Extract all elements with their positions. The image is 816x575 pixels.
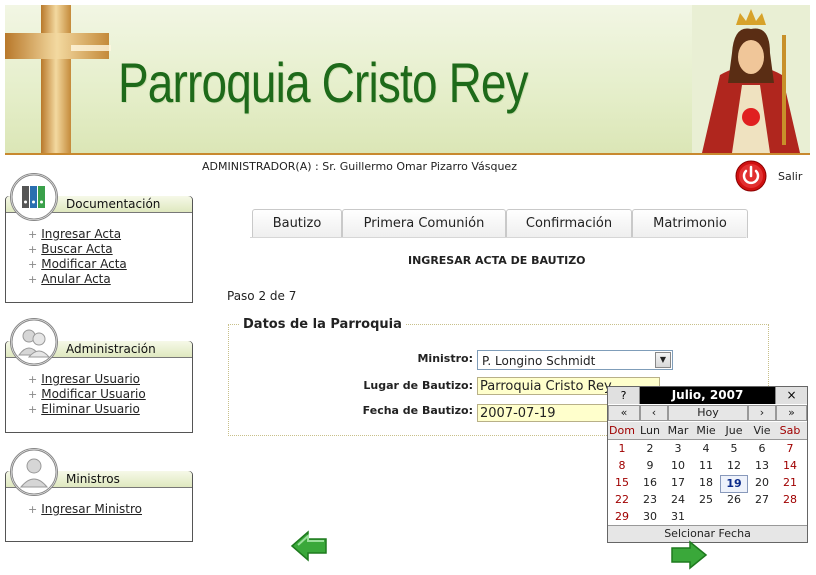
calendar-day[interactable]: 3 bbox=[664, 441, 692, 457]
calendar-day[interactable]: 26 bbox=[720, 492, 748, 508]
calendar-day[interactable]: 23 bbox=[636, 492, 664, 508]
calendar-day[interactable]: 22 bbox=[608, 492, 636, 508]
sidebar-link[interactable]: Modificar Acta bbox=[41, 257, 127, 271]
calendar-prev-year-button[interactable]: « bbox=[608, 405, 640, 421]
weekday-label: Mie bbox=[696, 424, 716, 437]
tab-confirmacion[interactable]: Confirmación bbox=[506, 209, 632, 238]
plus-icon: + bbox=[28, 243, 38, 256]
weekday-label: Sab bbox=[779, 424, 801, 437]
sidebar-item-ingresar-acta[interactable]: + Ingresar Acta bbox=[28, 227, 192, 242]
calendar-day[interactable]: 17 bbox=[664, 475, 692, 491]
calendar-day[interactable]: 14 bbox=[776, 458, 804, 474]
sidebar-item-buscar-acta[interactable]: + Buscar Acta bbox=[28, 242, 192, 257]
calendar-day[interactable]: 31 bbox=[664, 509, 692, 525]
plus-icon: + bbox=[28, 403, 38, 416]
sidebar-link[interactable]: Ingresar Ministro bbox=[41, 502, 142, 516]
plus-icon: + bbox=[28, 228, 38, 241]
user-icon bbox=[10, 448, 58, 496]
calendar-weekday-header: Dom Lun Mar Mie Jue Vie Sab bbox=[608, 422, 807, 440]
calendar-day[interactable]: 5 bbox=[720, 441, 748, 457]
calendar-day[interactable]: 19 bbox=[720, 475, 748, 493]
calendar-day[interactable]: 7 bbox=[776, 441, 804, 457]
calendar-day[interactable]: 1 bbox=[608, 441, 636, 457]
calendar-close-button[interactable]: × bbox=[775, 387, 807, 404]
plus-icon: + bbox=[28, 388, 38, 401]
cross-image bbox=[5, 5, 111, 153]
admin-user-label: ADMINISTRADOR(A) : Sr. Guillermo Omar Pi… bbox=[202, 160, 517, 173]
sidebar-item-ingresar-usuario[interactable]: + Ingresar Usuario bbox=[28, 372, 192, 387]
weekday-label: Vie bbox=[753, 424, 771, 437]
sidebar-link[interactable]: Eliminar Usuario bbox=[41, 402, 140, 416]
calendar-day[interactable]: 13 bbox=[748, 458, 776, 474]
weekday-label: Mar bbox=[667, 424, 689, 437]
arrow-left-icon[interactable] bbox=[290, 528, 330, 564]
fecha-label: Fecha de Bautizo: bbox=[362, 404, 473, 417]
sidebar-link[interactable]: Ingresar Usuario bbox=[41, 372, 140, 386]
sidebar-item-eliminar-usuario[interactable]: + Eliminar Usuario bbox=[28, 402, 192, 417]
chevron-down-icon[interactable]: ▼ bbox=[655, 352, 671, 368]
sidebar-link[interactable]: Buscar Acta bbox=[41, 242, 112, 256]
calendar-day[interactable]: 18 bbox=[692, 475, 720, 491]
sidebar-link[interactable]: Modificar Usuario bbox=[41, 387, 146, 401]
sidebar-link[interactable]: Ingresar Acta bbox=[41, 227, 121, 241]
calendar-day[interactable]: 25 bbox=[692, 492, 720, 508]
calendar-prev-month-button[interactable]: ‹ bbox=[640, 405, 668, 421]
calendar-next-month-button[interactable]: › bbox=[748, 405, 776, 421]
calendar-day[interactable]: 9 bbox=[636, 458, 664, 474]
calendar-day[interactable]: 2 bbox=[636, 441, 664, 457]
tab-bautizo[interactable]: Bautizo bbox=[252, 209, 342, 238]
calendar-day[interactable]: 12 bbox=[720, 458, 748, 474]
sidebar-link[interactable]: Anular Acta bbox=[41, 272, 111, 286]
tab-divider bbox=[250, 237, 746, 238]
calendar-day[interactable]: 11 bbox=[692, 458, 720, 474]
calendar-day[interactable]: 28 bbox=[776, 492, 804, 508]
arrow-right-icon[interactable] bbox=[668, 540, 708, 570]
date-picker-calendar: ? Julio, 2007 × « ‹ Hoy › » Dom Lun Mar … bbox=[607, 386, 808, 543]
calendar-day[interactable]: 30 bbox=[636, 509, 664, 525]
sidebar-item-modificar-usuario[interactable]: + Modificar Usuario bbox=[28, 387, 192, 402]
calendar-help-button[interactable]: ? bbox=[608, 387, 640, 404]
tab-matrimonio[interactable]: Matrimonio bbox=[632, 209, 748, 238]
calendar-day[interactable]: 15 bbox=[608, 475, 636, 491]
calendar-month-title: Julio, 2007 bbox=[671, 388, 744, 402]
calendar-day[interactable]: 6 bbox=[748, 441, 776, 457]
exit-link[interactable]: Salir bbox=[778, 170, 802, 183]
ministro-select[interactable]: P. Longino Schmidt ▼ bbox=[477, 350, 673, 370]
documents-icon bbox=[10, 173, 58, 221]
weekday-label: Lun bbox=[640, 424, 660, 437]
calendar-day[interactable]: 21 bbox=[776, 475, 804, 491]
plus-icon: + bbox=[28, 373, 38, 386]
calendar-day[interactable]: 20 bbox=[748, 475, 776, 491]
plus-icon: + bbox=[28, 258, 38, 271]
plus-icon: + bbox=[28, 503, 38, 516]
ministro-select-value: P. Longino Schmidt bbox=[482, 354, 596, 368]
calendar-today-button[interactable]: Hoy bbox=[668, 405, 748, 421]
calendar-day[interactable]: 8 bbox=[608, 458, 636, 474]
sidebar-item-modificar-acta[interactable]: + Modificar Acta bbox=[28, 257, 192, 272]
tab-primera-comunion[interactable]: Primera Comunión bbox=[342, 209, 506, 238]
header-banner: Parroquia Cristo Rey bbox=[5, 5, 810, 155]
calendar-day[interactable]: 4 bbox=[692, 441, 720, 457]
plus-icon: + bbox=[28, 273, 38, 286]
lugar-label: Lugar de Bautizo: bbox=[363, 379, 473, 392]
power-icon[interactable] bbox=[735, 160, 767, 192]
site-title: Parroquia Cristo Rey bbox=[118, 51, 529, 114]
users-icon bbox=[10, 318, 58, 366]
calendar-day[interactable]: 29 bbox=[608, 509, 636, 525]
ministro-label: Ministro: bbox=[417, 352, 473, 365]
step-indicator: Paso 2 de 7 bbox=[227, 289, 297, 303]
calendar-day[interactable]: 27 bbox=[748, 492, 776, 508]
christ-king-image bbox=[692, 5, 810, 153]
calendar-day[interactable]: 16 bbox=[636, 475, 664, 491]
sidebar-item-ingresar-ministro[interactable]: + Ingresar Ministro bbox=[28, 502, 192, 517]
weekday-label: Jue bbox=[725, 424, 743, 437]
sidebar-item-anular-acta[interactable]: + Anular Acta bbox=[28, 272, 192, 287]
fieldset-legend: Datos de la Parroquia bbox=[240, 317, 405, 332]
calendar-next-year-button[interactable]: » bbox=[776, 405, 807, 421]
form-title: INGRESAR ACTA DE BAUTIZO bbox=[408, 254, 586, 267]
calendar-day[interactable]: 24 bbox=[664, 492, 692, 508]
weekday-label: Dom bbox=[609, 424, 635, 437]
calendar-day[interactable]: 10 bbox=[664, 458, 692, 474]
